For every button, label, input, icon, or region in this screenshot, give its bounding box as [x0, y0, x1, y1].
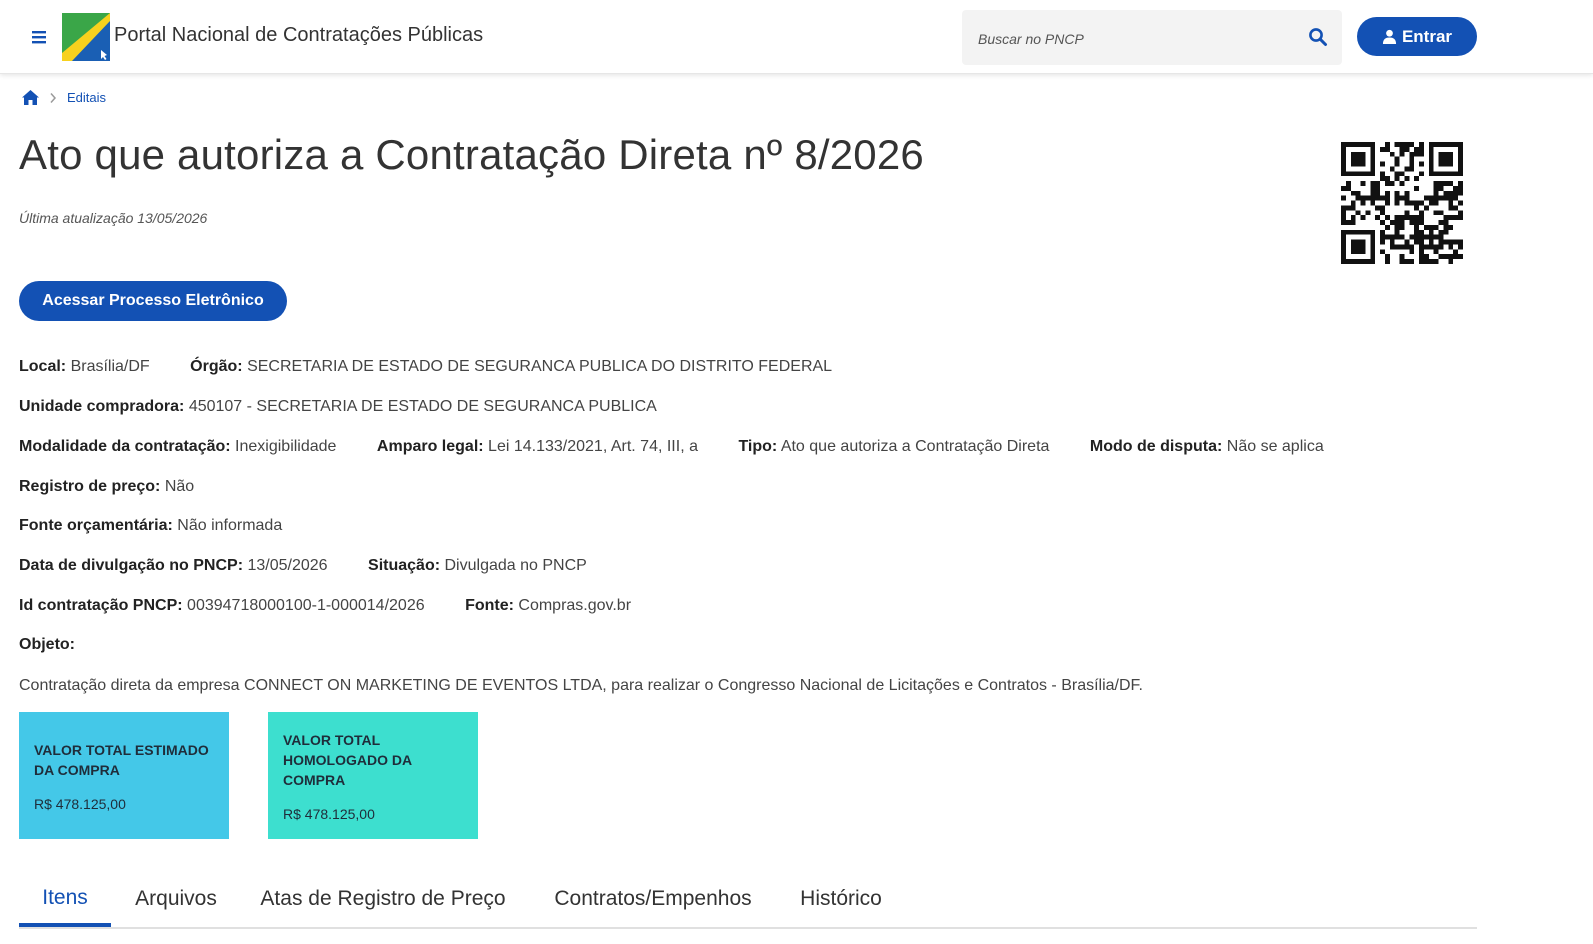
unidade-value: 450107 - SECRETARIA DE ESTADO DE SEGURAN…	[188, 398, 657, 415]
portal-title[interactable]: Portal Nacional de Contratações Públicas	[114, 24, 483, 47]
qr-code	[1341, 142, 1463, 264]
objeto-label: Objeto:	[19, 636, 75, 653]
data-divulgacao-value: 13/05/2026	[247, 557, 328, 574]
unidade-label: Unidade compradora:	[19, 398, 185, 415]
field-amparo: Amparo legal: Lei 14.133/2021, Art. 74, …	[377, 438, 698, 456]
page-title: Ato que autoriza a Contratação Direta nº…	[19, 131, 924, 178]
login-label: Entrar	[1401, 26, 1453, 46]
amparo-value: Lei 14.133/2021, Art. 74, III, a	[488, 438, 698, 455]
fonte-label: Fonte:	[465, 597, 514, 614]
field-fonte: Fonte: Compras.gov.br	[465, 597, 631, 615]
field-modalidade: Modalidade da contratação: Inexigibilida…	[19, 438, 336, 456]
details-row-4: Registro de preço: Não	[19, 478, 230, 496]
tab-historico[interactable]: Histórico	[791, 872, 891, 925]
field-modo: Modo de disputa: Não se aplica	[1090, 438, 1324, 456]
fonte-orc-value: Não informada	[177, 517, 283, 534]
details-row-8: Objeto:	[19, 636, 75, 654]
fonte-orc-label: Fonte orçamentária:	[19, 517, 173, 534]
field-data-divulgacao: Data de divulgação no PNCP: 13/05/2026	[19, 557, 328, 575]
situacao-value: Divulgada no PNCP	[444, 557, 587, 574]
tabs-bar: Itens Arquivos Atas de Registro de Preço…	[19, 872, 1477, 929]
field-local: Local: Brasília/DF	[19, 358, 150, 376]
access-process-button[interactable]: Acessar Processo Eletrônico	[19, 281, 287, 321]
details-row-1: Local: Brasília/DF Órgão: SECRETARIA DE …	[19, 358, 868, 376]
details-row-5: Fonte orçamentária: Não informada	[19, 517, 318, 535]
field-tipo: Tipo: Ato que autoriza a Contratação Dir…	[738, 438, 1049, 456]
field-registro: Registro de preço: Não	[19, 478, 194, 496]
registro-value: Não	[164, 478, 195, 495]
pncp-logo[interactable]	[62, 13, 110, 61]
field-unidade: Unidade compradora: 450107 - SECRETARIA …	[19, 398, 657, 416]
situacao-label: Situação:	[368, 557, 441, 574]
card-estimated-title: VALOR TOTAL ESTIMADO DA COMPRA	[34, 741, 209, 778]
id-contratacao-value: 00394718000100-1-000014/2026	[187, 597, 425, 614]
data-divulgacao-label: Data de divulgação no PNCP:	[19, 557, 244, 574]
user-icon	[1382, 29, 1397, 44]
objeto-text: Contratação direta da empresa CONNECT ON…	[19, 677, 1143, 694]
tipo-value: Ato que autoriza a Contratação Direta	[780, 438, 1050, 455]
site-header: Portal Nacional de Contratações Públicas…	[0, 0, 1593, 74]
registro-label: Registro de preço:	[19, 478, 161, 495]
tab-arquivos[interactable]: Arquivos	[123, 872, 229, 925]
orgao-label: Órgão:	[190, 358, 243, 375]
local-value: Brasília/DF	[70, 358, 150, 375]
search-icon[interactable]	[1308, 27, 1328, 47]
details-row-7: Id contratação PNCP: 00394718000100-1-00…	[19, 597, 667, 615]
modalidade-value: Inexigibilidade	[235, 438, 337, 455]
card-estimated-value: VALOR TOTAL ESTIMADO DA COMPRA R$ 478.12…	[19, 712, 229, 839]
tab-itens[interactable]: Itens	[19, 872, 111, 927]
login-button[interactable]: Entrar	[1357, 17, 1477, 56]
field-situacao: Situação: Divulgada no PNCP	[368, 557, 587, 575]
details-row-2: Unidade compradora: 450107 - SECRETARIA …	[19, 398, 693, 416]
breadcrumb-item-editais[interactable]: Editais	[67, 90, 106, 105]
card-homologated-value: VALOR TOTAL HOMOLOGADO DA COMPRA R$ 478.…	[268, 712, 478, 839]
field-orgao: Órgão: SECRETARIA DE ESTADO DE SEGURANCA…	[190, 358, 832, 376]
home-icon[interactable]	[21, 89, 40, 106]
id-contratacao-label: Id contratação PNCP:	[19, 597, 183, 614]
modo-label: Modo de disputa:	[1089, 438, 1223, 455]
card-estimated-amount: R$ 478.125,00	[34, 795, 126, 812]
details-row-3: Modalidade da contratação: Inexigibilida…	[19, 438, 1360, 456]
local-label: Local:	[19, 358, 67, 375]
field-fonte-orcamentaria: Fonte orçamentária: Não informada	[19, 517, 282, 535]
search-box	[962, 10, 1342, 65]
details-row-6: Data de divulgação no PNCP: 13/05/2026 S…	[19, 557, 623, 575]
tab-atas-registro-preco[interactable]: Atas de Registro de Preço	[251, 872, 515, 925]
card-homologated-amount: R$ 478.125,00	[283, 805, 375, 822]
modo-value: Não se aplica	[1226, 438, 1324, 455]
fonte-value: Compras.gov.br	[518, 597, 632, 614]
chevron-right-icon	[50, 92, 57, 103]
tipo-label: Tipo:	[738, 438, 778, 455]
search-input[interactable]	[976, 24, 1290, 54]
menu-icon[interactable]	[28, 26, 50, 48]
tab-contratos-empenhos[interactable]: Contratos/Empenhos	[537, 872, 769, 925]
orgao-value: SECRETARIA DE ESTADO DE SEGURANCA PUBLIC…	[247, 358, 833, 375]
amparo-label: Amparo legal:	[376, 438, 484, 455]
modalidade-label: Modalidade da contratação:	[19, 438, 231, 455]
field-id-contratacao: Id contratação PNCP: 00394718000100-1-00…	[19, 597, 425, 615]
card-homologated-title: VALOR TOTAL HOMOLOGADO DA COMPRA	[283, 731, 412, 788]
last-update: Última atualização 13/05/2026	[19, 210, 208, 226]
breadcrumb: Editais	[21, 89, 106, 106]
